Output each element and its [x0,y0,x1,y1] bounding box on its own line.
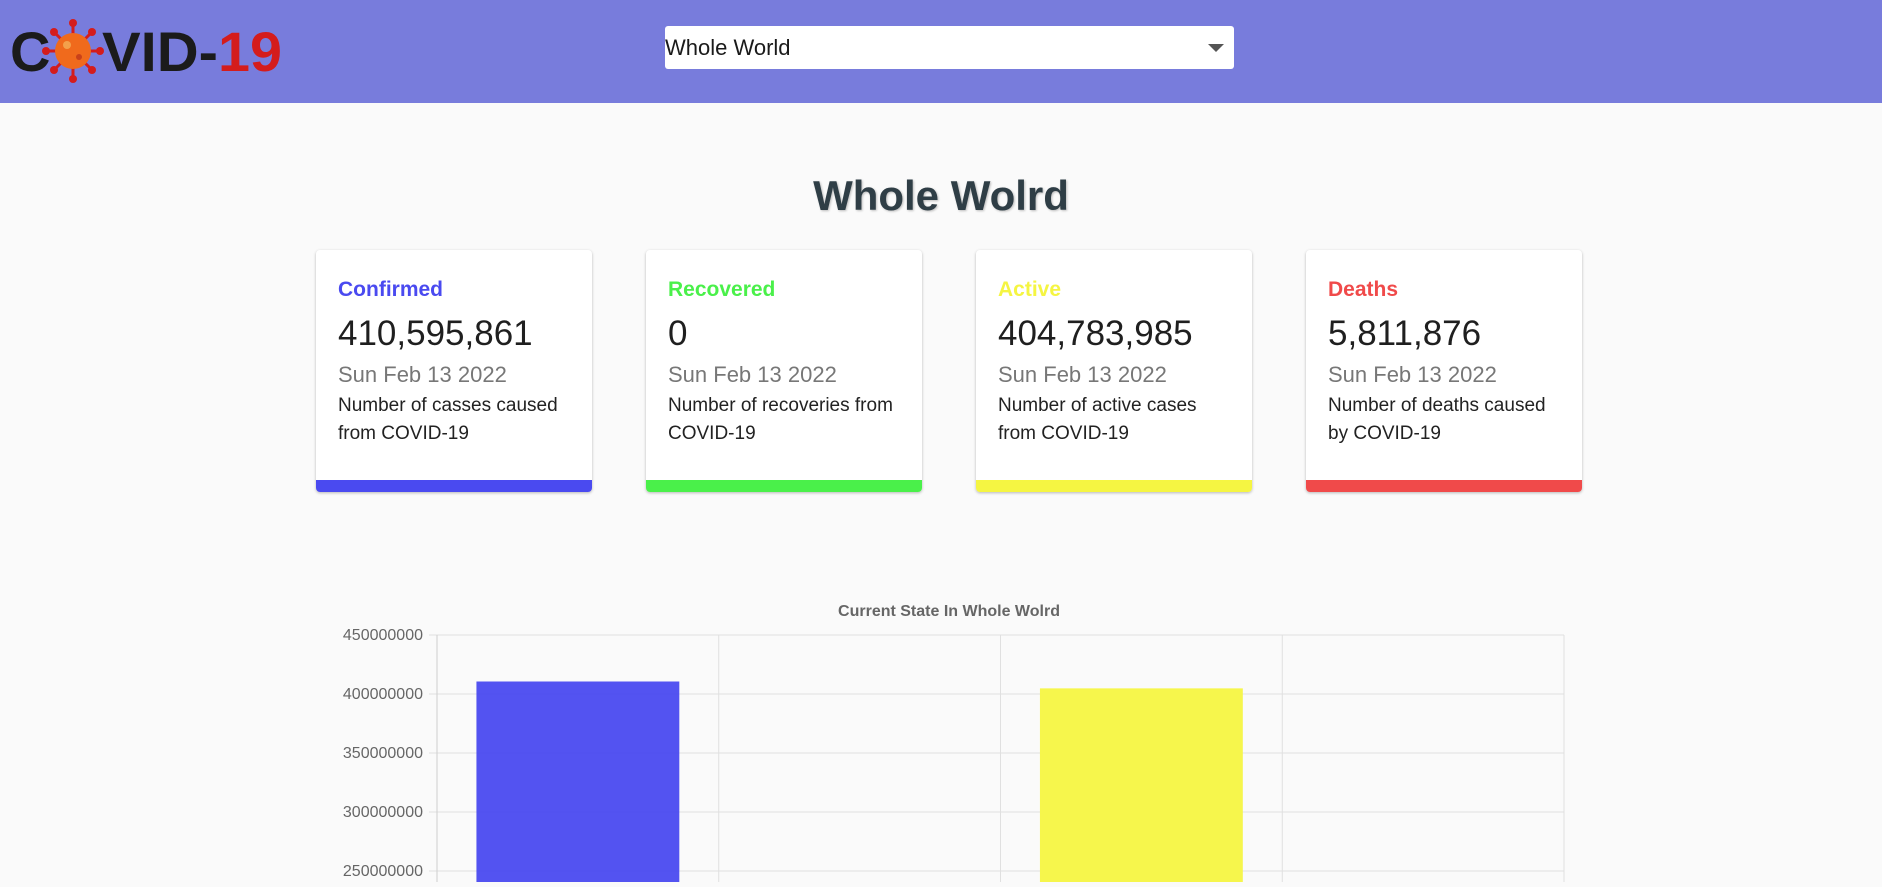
card-confirmed: Confirmed 410,595,861 Sun Feb 13 2022 Nu… [316,250,592,492]
card-date: Sun Feb 13 2022 [998,362,1167,387]
chevron-down-icon[interactable] [1208,44,1224,52]
y-tick-label: 350000000 [343,745,423,762]
card-label: Confirmed [338,278,443,301]
chart-title: Current State In Whole Wolrd [838,603,1060,620]
country-select-value: Whole World [665,34,791,60]
card-date: Sun Feb 13 2022 [338,362,507,387]
card-date: Sun Feb 13 2022 [668,362,837,387]
svg-text:19: 19 [218,20,282,83]
svg-text:VID-: VID- [102,20,218,83]
card-description: Number of active cases from COVID-19 [998,395,1197,444]
covid-19-logo: C VID- 19 [10,19,282,83]
card-label: Recovered [668,278,776,301]
card-label: Deaths [1328,278,1399,301]
y-tick-label: 400000000 [343,686,423,703]
card-label: Active [998,278,1062,301]
y-tick-label: 300000000 [343,804,423,821]
card-accent-bar [976,480,1252,492]
app-bar: C VID- 19 Whole World [0,0,1882,103]
y-tick-label: 450000000 [343,627,423,644]
card-deaths: Deaths 5,811,876 Sun Feb 13 2022 Number … [1306,250,1582,492]
bar-chart-svg: Current State In Whole Wolrd 450000000 40… [343,603,1565,887]
bar-chart: Current State In Whole Wolrd 450000000 40… [320,595,1590,887]
virus-icon [42,19,104,83]
bar-active[interactable] [1039,688,1243,887]
card-value: 404,783,985 [998,314,1193,353]
card-active: Active 404,783,985 Sun Feb 13 2022 Numbe… [976,250,1252,492]
card-accent-bar [1306,480,1582,492]
country-select[interactable]: Whole World [665,26,1234,69]
card-accent-bar [316,480,592,492]
card-value: 5,811,876 [1328,314,1482,353]
card-description: Number of recoveries from COVID-19 [668,395,893,444]
y-tick-label: 250000000 [343,863,423,880]
card-accent-bar [646,480,922,492]
card-value: 410,595,861 [338,314,533,353]
bar-confirmed[interactable] [476,681,680,887]
page-title: Whole Wolrd [813,172,1069,219]
card-value: 0 [668,314,688,353]
card-date: Sun Feb 13 2022 [1328,362,1497,387]
card-description: Number of casses caused from COVID-19 [338,395,558,444]
card-recovered: Recovered 0 Sun Feb 13 2022 Number of re… [646,250,922,492]
card-description: Number of deaths caused by COVID-19 [1328,395,1546,444]
